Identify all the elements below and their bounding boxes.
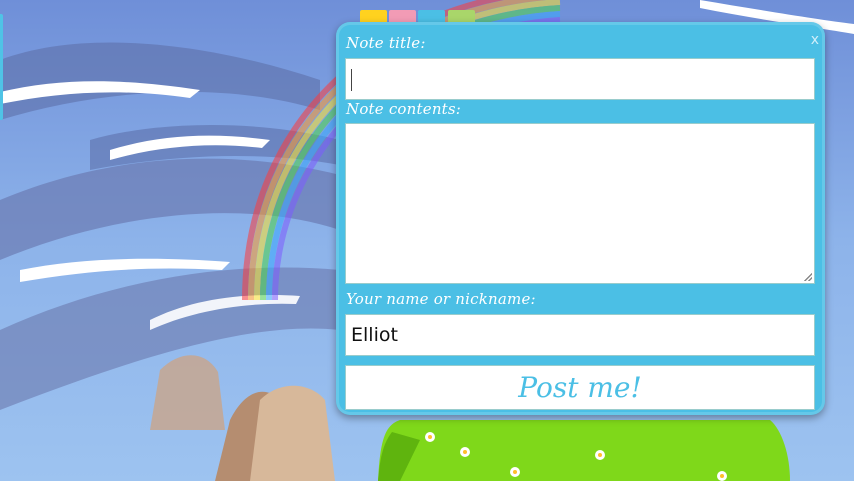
- note-title-input[interactable]: [345, 58, 815, 100]
- note-contents-label: Note contents:: [346, 100, 462, 118]
- note-form-panel: x Note title: Note contents: Your name o…: [336, 22, 825, 415]
- resize-handle-icon[interactable]: [804, 273, 812, 281]
- close-icon[interactable]: x: [811, 32, 819, 48]
- name-label: Your name or nickname:: [346, 290, 536, 308]
- side-panel-handle[interactable]: [0, 14, 3, 120]
- text-caret: [351, 69, 352, 91]
- post-button[interactable]: Post me!: [345, 365, 815, 410]
- name-input[interactable]: Elliot: [345, 314, 815, 356]
- note-title-label: Note title:: [346, 34, 426, 52]
- note-contents-textarea[interactable]: [345, 123, 815, 284]
